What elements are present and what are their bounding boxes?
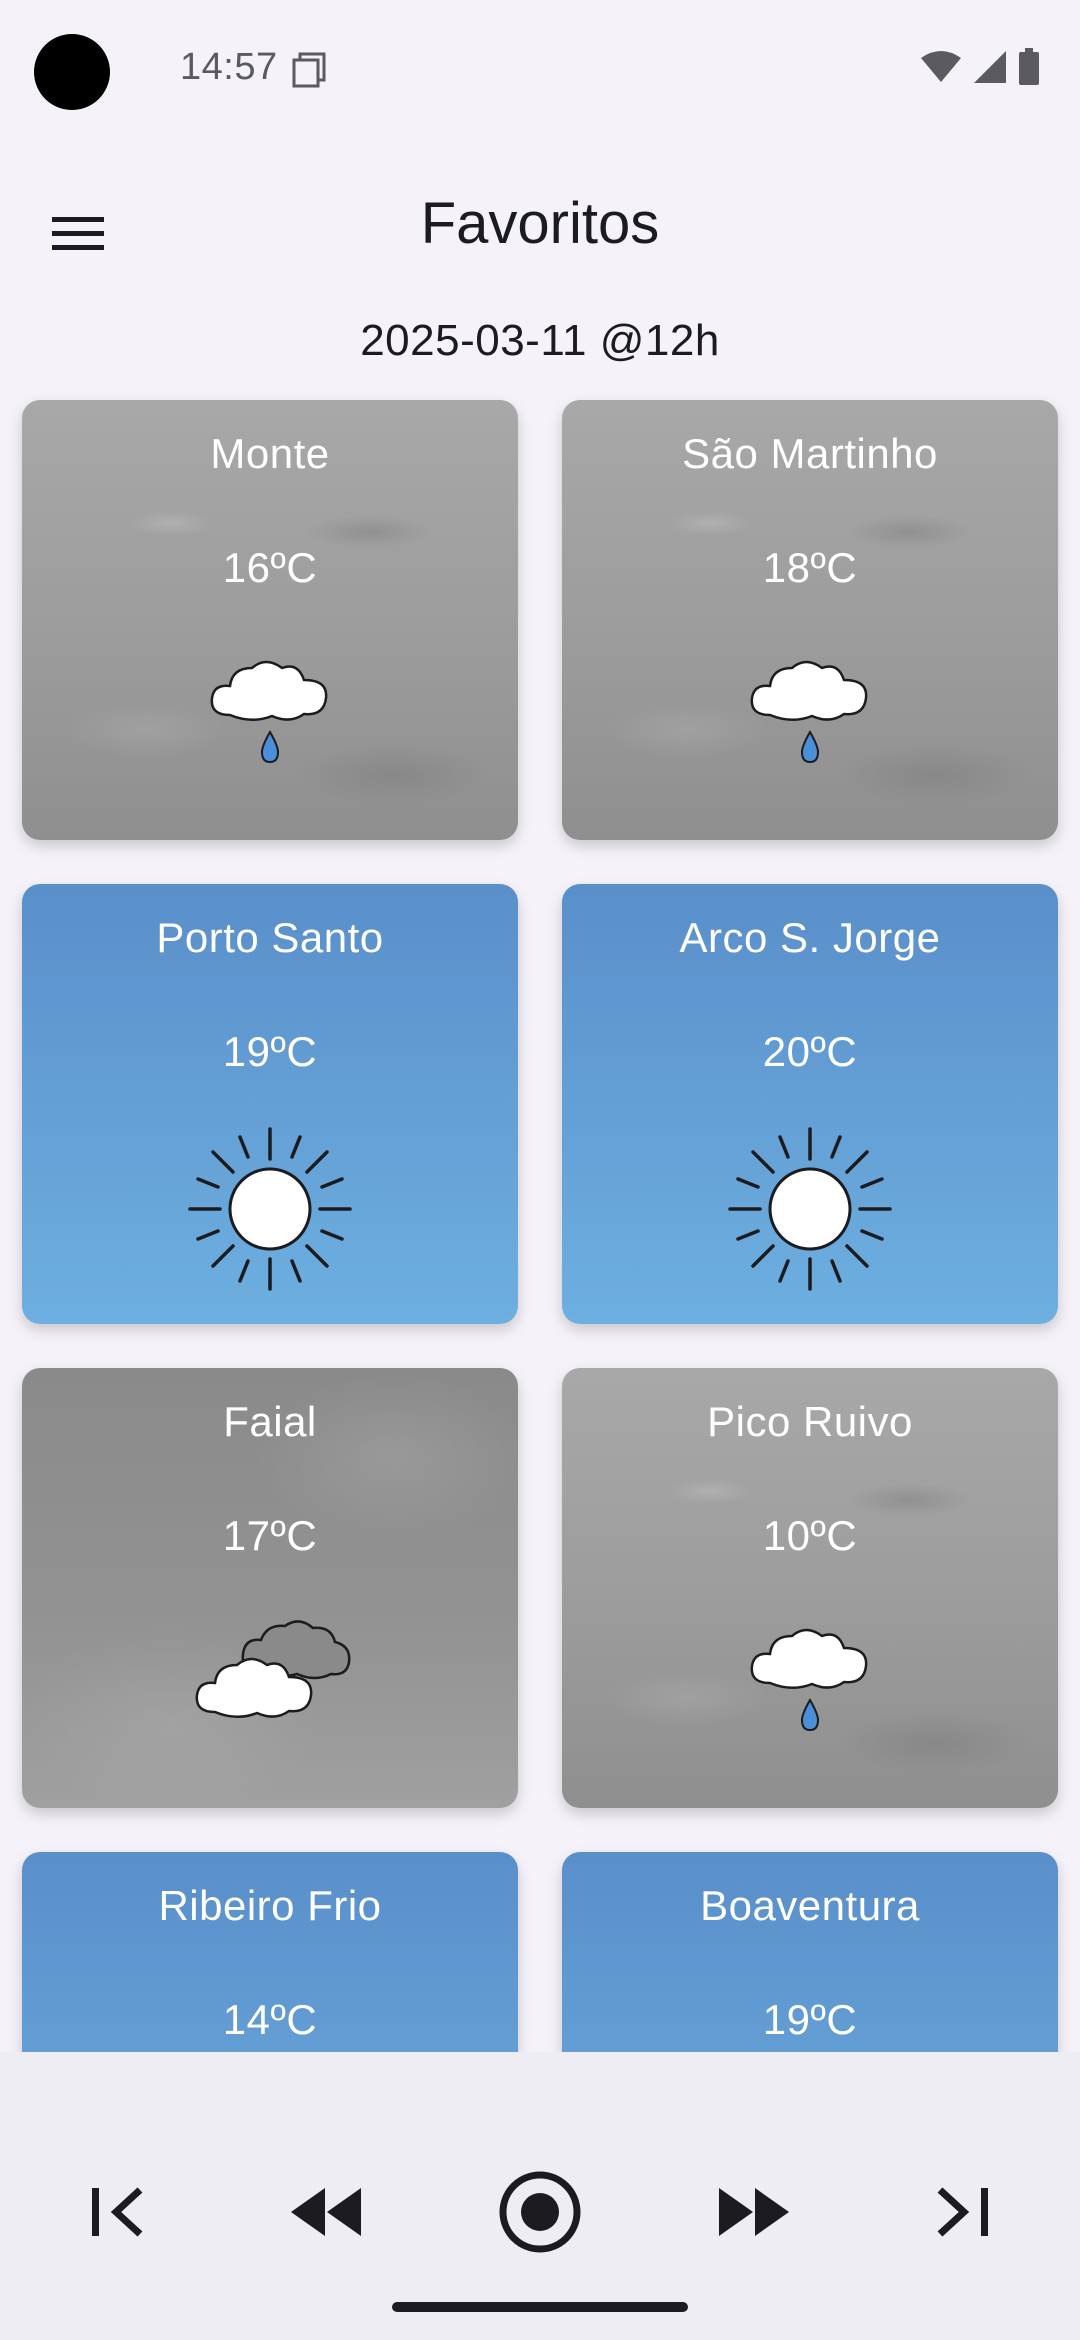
location-temperature: 17ºC <box>222 1512 318 1559</box>
favorites-grid: Monte 16ºC São Martinho 18ºC Porto Santo… <box>0 380 1080 2052</box>
location-temperature: 10ºC <box>762 1512 858 1559</box>
record-button[interactable] <box>490 2162 590 2262</box>
weather-icon-wrap <box>22 640 518 770</box>
location-card[interactable]: Ribeiro Frio 14ºC <box>22 1852 518 2052</box>
location-name: Faial <box>223 1398 317 1445</box>
first-button[interactable] <box>68 2162 168 2262</box>
weather-icon-wrap <box>562 1608 1058 1738</box>
signal-icon <box>974 51 1006 83</box>
skip-first-icon <box>92 2187 143 2237</box>
fast-forward-icon <box>719 2188 789 2236</box>
forecast-date-label: 2025-03-11 @12h <box>360 316 720 365</box>
last-button[interactable] <box>912 2162 1012 2262</box>
location-temperature: 16ºC <box>222 544 318 591</box>
fast-forward-button[interactable] <box>704 2162 804 2262</box>
location-name: São Martinho <box>682 430 938 477</box>
location-temperature: 18ºC <box>762 544 858 591</box>
location-temperature: 19ºC <box>762 1996 858 2043</box>
location-name: Arco S. Jorge <box>679 914 941 961</box>
location-card[interactable]: Arco S. Jorge 20ºC <box>562 884 1058 1324</box>
timeline-controls-bar <box>0 2052 1080 2340</box>
rewind-button[interactable] <box>276 2162 376 2262</box>
wifi-icon <box>921 51 961 82</box>
location-temperature: 20ºC <box>762 1028 858 1075</box>
location-card[interactable]: Pico Ruivo 10ºC <box>562 1368 1058 1808</box>
skip-last-icon <box>937 2187 988 2237</box>
location-temperature: 19ºC <box>222 1028 318 1075</box>
location-name: Monte <box>210 430 330 477</box>
location-card[interactable]: São Martinho 18ºC <box>562 400 1058 840</box>
status-bar: 14:57 <box>0 0 1080 140</box>
location-card[interactable]: Porto Santo 19ºC <box>22 884 518 1324</box>
location-name: Ribeiro Frio <box>158 1882 382 1929</box>
rain-icon <box>210 660 328 764</box>
cloudy-icon <box>195 1620 351 1718</box>
page-title: Favoritos <box>420 191 660 256</box>
battery-icon <box>1019 48 1039 85</box>
rain-icon <box>750 660 868 764</box>
weather-icon-wrap <box>562 640 1058 770</box>
location-name: Pico Ruivo <box>707 1398 913 1445</box>
location-name: Porto Santo <box>156 914 384 961</box>
app-bar: Favoritos <box>0 160 1080 290</box>
weather-icon-wrap <box>22 1608 518 1728</box>
sun-icon <box>728 1127 892 1291</box>
record-icon <box>499 2171 581 2253</box>
sun-icon <box>188 1127 352 1291</box>
weather-icon-wrap <box>22 1124 518 1294</box>
rewind-icon <box>291 2188 361 2236</box>
screenshot-icon <box>292 52 326 88</box>
home-indicator[interactable] <box>392 2302 688 2312</box>
camera-cutout <box>34 34 110 110</box>
system-icons <box>920 48 1040 86</box>
rain-icon <box>750 1628 868 1732</box>
weather-icon-wrap <box>562 1124 1058 1294</box>
location-card[interactable]: Faial 17ºC <box>22 1368 518 1808</box>
location-card[interactable]: Boaventura 19ºC <box>562 1852 1058 2052</box>
location-temperature: 14ºC <box>222 1996 318 2043</box>
location-card[interactable]: Monte 16ºC <box>22 400 518 840</box>
location-name: Boaventura <box>700 1882 920 1929</box>
status-time: 14:57 <box>180 46 278 88</box>
